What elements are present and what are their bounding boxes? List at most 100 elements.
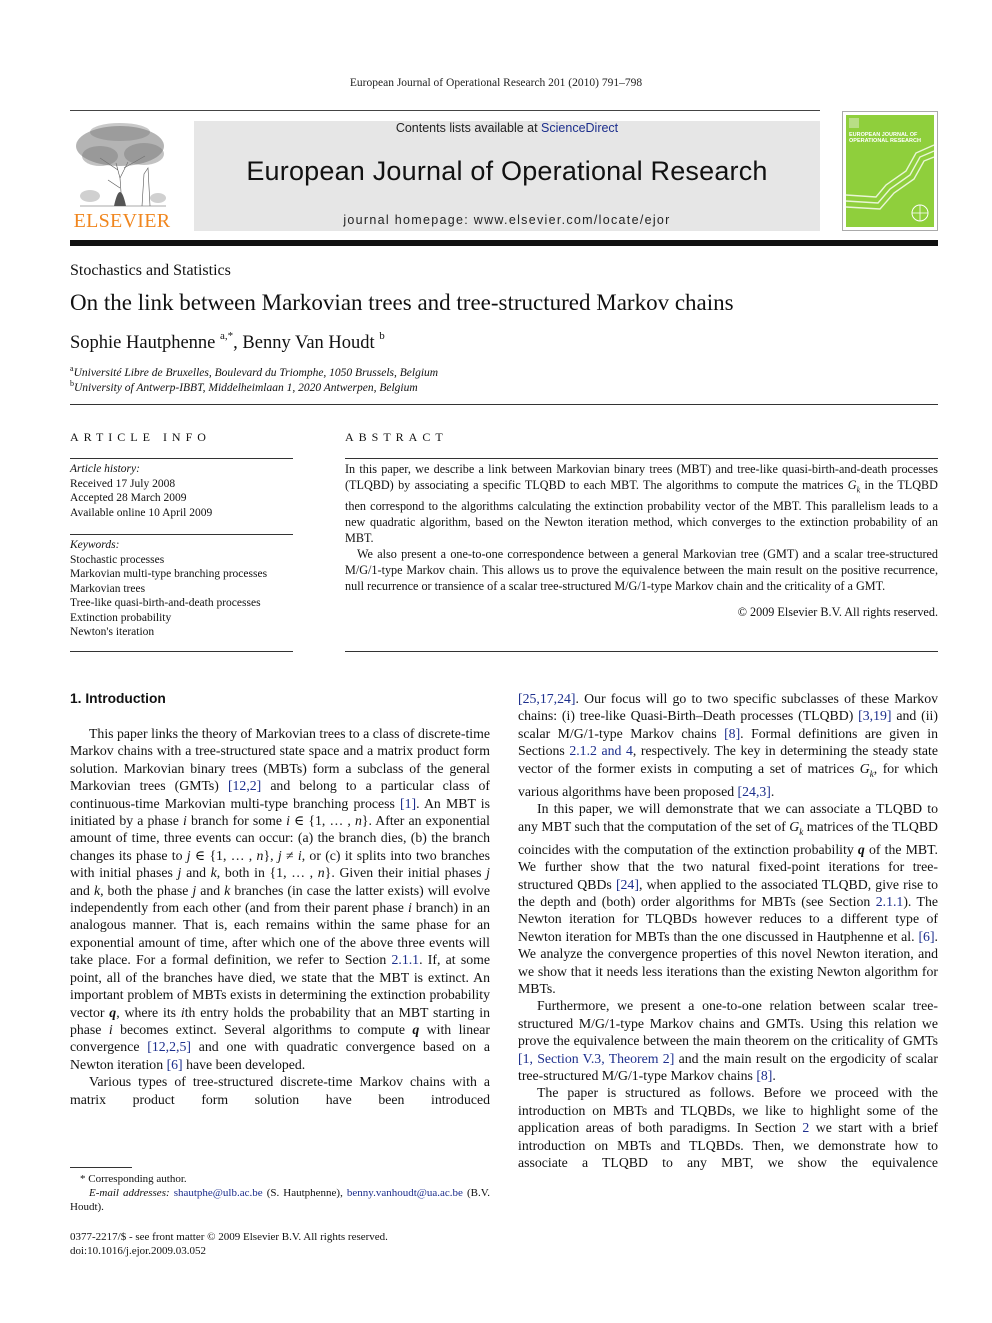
body-paragraph: Various types of tree-structured discret…: [70, 1073, 490, 1108]
author-name[interactable]: Benny Van Houdt: [242, 333, 374, 353]
citation-link[interactable]: [12,2,5]: [147, 1039, 191, 1054]
running-head: European Journal of Operational Research…: [349, 77, 643, 89]
keyword-item: Stochastic processes: [70, 553, 165, 566]
contents-prefix: Contents lists available at: [395, 121, 542, 135]
text-run: becomes extinct. Several algorithms to c…: [112, 1021, 413, 1037]
citation-link[interactable]: 2.1.1: [391, 952, 419, 967]
affiliation: bUniversity of Antwerp-IBBT, Middelheiml…: [70, 379, 418, 394]
text-run: and: [196, 882, 225, 898]
abstract-rule: [345, 651, 938, 652]
text-run: Furthermore, we present a one-to-one rel…: [518, 998, 938, 1049]
text-run: , where its: [116, 1004, 181, 1020]
title-block-rule: [70, 404, 938, 405]
issn-line: 0377-2217/$ - see front matter © 2009 El…: [70, 1231, 388, 1243]
text-run: and: [181, 865, 211, 881]
article-history-label: Article history:: [70, 463, 140, 475]
text-run: ∈ {1, … ,: [289, 813, 355, 829]
keywords-label: Keywords:: [70, 539, 120, 551]
affiliation-text: Université Libre de Bruxelles, Boulevard…: [73, 366, 439, 379]
author-list: Sophie Hautphenne a,*, Benny Van Houdt b: [70, 330, 385, 354]
corresponding-author-note: * Corresponding author.: [80, 1173, 187, 1185]
text-run: and: [70, 882, 94, 898]
citation-link[interactable]: 2.1.2 and 4: [569, 743, 633, 758]
abstract-rule: [345, 458, 938, 459]
math-variable: G: [789, 818, 800, 834]
citation-link[interactable]: [24]: [616, 877, 639, 892]
abstract-paragraph: We also present a one-to-one corresponde…: [345, 547, 938, 594]
citation-link[interactable]: [24,3]: [738, 784, 771, 799]
text-run: .: [770, 783, 775, 799]
section-kind: Stochastics and Statistics: [70, 262, 231, 279]
abstract-paragraph: In this paper, we describe a link betwee…: [345, 461, 938, 546]
header-rule: [70, 110, 820, 111]
journal-homepage-link[interactable]: journal homepage: www.elsevier.com/locat…: [194, 213, 820, 227]
email-label: E-mail addresses:: [89, 1187, 170, 1199]
article-info-rule: [70, 458, 293, 459]
front-matter: 0377-2217/$ - see front matter © 2009 El…: [70, 1230, 388, 1258]
citation-link[interactable]: [3,19]: [858, 708, 891, 723]
left-column: This paper links the theory of Markovian…: [70, 725, 490, 1108]
text-run: ≠: [281, 847, 298, 863]
citation-link[interactable]: [8]: [724, 726, 740, 741]
email-link[interactable]: benny.vanhoudt@ua.ac.be: [347, 1187, 463, 1199]
body-paragraph: This paper links the theory of Markovian…: [70, 725, 490, 1073]
article-info-rule: [70, 651, 293, 652]
author-affiliation-marker[interactable]: a,*: [220, 330, 233, 342]
footnote-rule: [70, 1167, 132, 1168]
math-variable: n: [317, 865, 325, 881]
masthead-thick-rule: [70, 240, 938, 246]
text-run: ∈ {1, … ,: [190, 847, 257, 863]
history-item: Accepted 28 March 2009: [70, 492, 187, 504]
paper-title: On the link between Markovian trees and …: [70, 290, 734, 315]
section-heading: 1. Introduction: [70, 691, 166, 706]
citation-link[interactable]: [6]: [167, 1057, 183, 1072]
email-link[interactable]: shautphe@ulb.ac.be: [174, 1187, 263, 1199]
affiliation-text: University of Antwerp-IBBT, Middelheimla…: [74, 381, 418, 394]
contents-line: Contents lists available at ScienceDirec…: [194, 121, 820, 135]
affiliation: aUniversité Libre de Bruxelles, Boulevar…: [70, 364, 438, 379]
author-name[interactable]: Sophie Hautphenne: [70, 333, 215, 353]
history-item: Received 17 July 2008: [70, 477, 176, 490]
article-history: Article history: Received 17 July 2008 A…: [70, 462, 212, 520]
citation-link[interactable]: [1, Section V.3, Theorem 2]: [518, 1051, 674, 1066]
keyword-item: Extinction probability: [70, 611, 172, 624]
text-run: .: [772, 1068, 776, 1084]
math-symbol: G: [847, 478, 857, 492]
citation-link[interactable]: [25,17,24]: [518, 691, 575, 706]
text-run: Various types of tree-structured discret…: [70, 1074, 490, 1107]
citation-link[interactable]: 2.1.1: [876, 894, 904, 909]
keyword-item: Markovian trees: [70, 582, 146, 595]
body-paragraph: Furthermore, we present a one-to-one rel…: [518, 997, 938, 1084]
text-run: },: [263, 847, 278, 863]
citation-link[interactable]: [1]: [400, 796, 416, 811]
math-variable: j: [486, 865, 490, 881]
text-run: have been developed.: [182, 1056, 306, 1072]
keyword-item: Tree-like quasi-birth-and-death processe…: [70, 597, 261, 609]
journal-cover-thumbnail: EUROPEAN JOURNAL OF OPERATIONAL RESEARCH: [842, 111, 938, 231]
math-variable: n: [354, 813, 362, 829]
keyword-item: Newton's iteration: [70, 626, 155, 638]
citation-link[interactable]: [12,2]: [228, 778, 261, 793]
text-run: , both the phase: [100, 882, 193, 898]
email-owner: (S. Hautphenne),: [262, 1187, 347, 1199]
citation-link[interactable]: [8]: [756, 1068, 772, 1083]
abstract-copyright: © 2009 Elsevier B.V. All rights reserved…: [737, 605, 938, 619]
cover-graphic: [846, 144, 934, 222]
footnotes: * Corresponding author. E-mail addresses…: [70, 1172, 490, 1214]
history-item: Available online 10 April 2009: [70, 506, 213, 519]
article-info-heading: ARTICLE INFO: [70, 430, 211, 444]
citation-link[interactable]: [6]: [918, 929, 934, 944]
right-column: [25,17,24]. Our focus will go to two spe…: [518, 690, 938, 1171]
article-info-rule: [70, 534, 293, 535]
abstract-body: In this paper, we describe a link betwee…: [345, 461, 938, 594]
body-paragraph: In this paper, we will demonstrate that …: [518, 800, 938, 997]
abstract-heading: ABSTRACT: [345, 430, 448, 444]
doi-link[interactable]: doi:10.1016/j.ejor.2009.03.052: [70, 1244, 388, 1258]
sciencedirect-link[interactable]: ScienceDirect: [541, 121, 618, 135]
text-run: branch for some: [186, 813, 287, 829]
keyword-item: Markovian multi-type branching processes: [70, 568, 268, 580]
author-affiliation-marker[interactable]: b: [379, 330, 385, 342]
body-paragraph: The paper is structured as follows. Befo…: [518, 1084, 938, 1171]
body-paragraph: [25,17,24]. Our focus will go to two spe…: [518, 690, 938, 800]
elsevier-wordmark: ELSEVIER: [73, 210, 171, 232]
